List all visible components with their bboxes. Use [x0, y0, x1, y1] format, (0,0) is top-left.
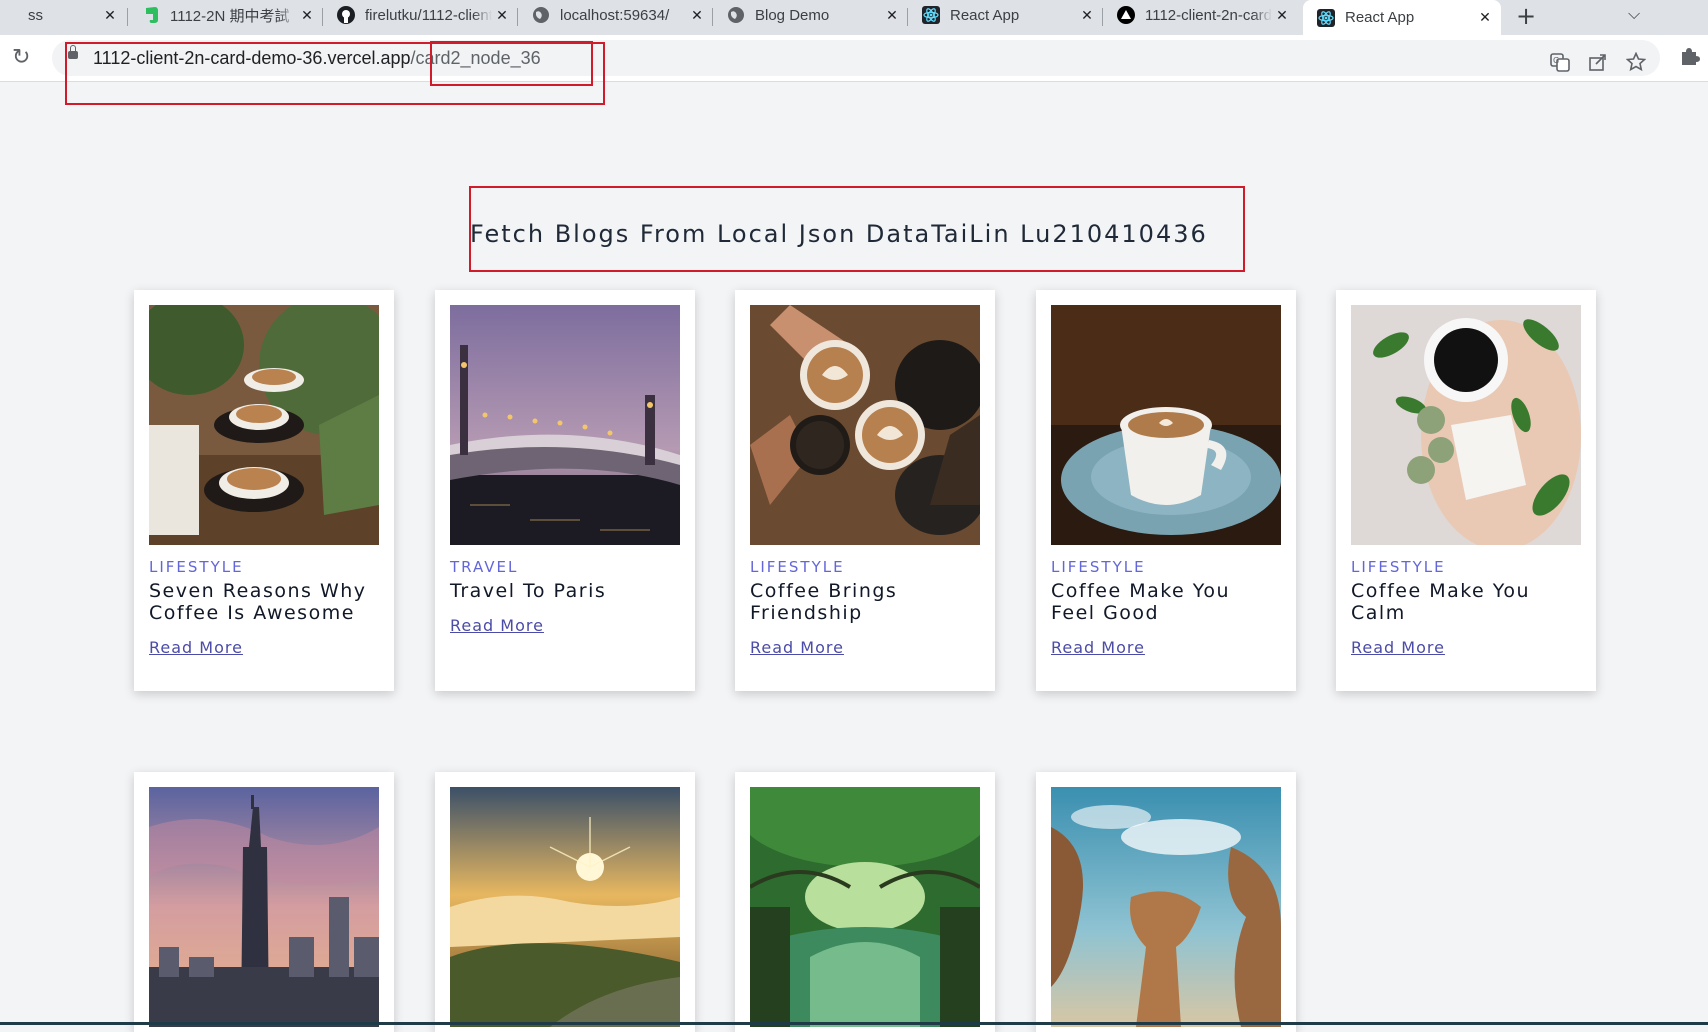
close-icon[interactable]: ✕: [1077, 7, 1097, 24]
card-image-sunrise: [450, 787, 680, 1027]
card-category: LIFESTYLE: [1351, 558, 1446, 576]
blog-card: [134, 772, 394, 1032]
read-more-link[interactable]: Read More: [1351, 638, 1445, 657]
tab-1[interactable]: 1112-2N 期中考試 ✕: [128, 0, 323, 30]
close-icon[interactable]: ✕: [1272, 7, 1292, 24]
card-image-paris: [450, 305, 680, 545]
close-icon[interactable]: ✕: [297, 7, 317, 24]
card-image-coffee-cheers: [750, 305, 980, 545]
close-icon[interactable]: ✕: [1475, 9, 1495, 26]
tab-strip: ss ✕ 1112-2N 期中考試 ✕ firelutku/1112-clien…: [0, 0, 1708, 35]
blog-card: LIFESTYLE Coffee Make You Feel Good Read…: [1036, 290, 1296, 691]
card-image-mangrove: [750, 787, 980, 1027]
read-more-link[interactable]: Read More: [750, 638, 844, 657]
vercel-icon: [1117, 6, 1135, 24]
annotation-box-path: [430, 41, 593, 86]
close-icon[interactable]: ✕: [687, 7, 707, 24]
read-more-link[interactable]: Read More: [450, 616, 544, 635]
tab-0[interactable]: ss ✕: [0, 0, 126, 30]
read-more-link[interactable]: Read More: [149, 638, 243, 657]
blog-card: LIFESTYLE Coffee Make You Calm Read More: [1336, 290, 1596, 691]
globe-icon: [727, 6, 745, 24]
react-icon: [1317, 8, 1335, 27]
card-title: Travel To Paris: [450, 580, 607, 602]
tab-3[interactable]: localhost:59634/ ✕: [518, 0, 713, 30]
tab-5[interactable]: React App ✕: [908, 0, 1103, 30]
tab-6[interactable]: 1112-client-2n-card ✕: [1103, 0, 1298, 30]
close-icon[interactable]: ✕: [492, 7, 512, 24]
card-title: Seven Reasons Why Coffee Is Awesome: [149, 580, 367, 624]
github-icon: [337, 6, 355, 24]
page-title: Fetch Blogs From Local Json DataTaiLin L…: [470, 220, 1208, 248]
blog-card: LIFESTYLE Coffee Brings Friendship Read …: [735, 290, 995, 691]
card-title: Coffee Make You Calm: [1351, 580, 1531, 624]
blog-card: LIFESTYLE Seven Reasons Why Coffee Is Aw…: [134, 290, 394, 691]
tab-4[interactable]: Blog Demo ✕: [713, 0, 908, 30]
svg-text:G: G: [1553, 56, 1559, 65]
evernote-icon: [142, 6, 160, 24]
card-image-coffee: [149, 305, 379, 545]
card-image-taipei-101: [149, 787, 379, 1027]
blog-card: [435, 772, 695, 1032]
chevron-down-icon[interactable]: ⌵: [1628, 4, 1640, 24]
react-icon: [922, 6, 940, 24]
blog-card: TRAVEL Travel To Paris Read More: [435, 290, 695, 691]
close-icon[interactable]: ✕: [882, 7, 902, 24]
card-category: LIFESTYLE: [750, 558, 845, 576]
card-image-yehliu: [1051, 787, 1281, 1027]
card-image-coffee-saucer: [1051, 305, 1281, 545]
globe-icon: [532, 6, 550, 24]
close-icon[interactable]: ✕: [100, 7, 120, 24]
card-title: Coffee Brings Friendship: [750, 580, 898, 624]
extensions-icon[interactable]: [1678, 44, 1700, 71]
blog-card: [1036, 772, 1296, 1032]
read-more-link[interactable]: Read More: [1051, 638, 1145, 657]
reload-icon[interactable]: ↻: [12, 45, 30, 70]
blog-card: [735, 772, 995, 1032]
bookmark-star-icon[interactable]: [1625, 51, 1647, 77]
card-image-coffee-flatlay: [1351, 305, 1581, 545]
translate-icon[interactable]: G: [1550, 52, 1570, 77]
page-icon: [0, 6, 18, 24]
tab-2[interactable]: firelutku/1112-client ✕: [323, 0, 518, 30]
share-icon[interactable]: [1588, 52, 1608, 77]
card-title: Coffee Make You Feel Good: [1051, 580, 1231, 624]
card-category: LIFESTYLE: [149, 558, 244, 576]
card-category: TRAVEL: [450, 558, 519, 576]
card-category: LIFESTYLE: [1051, 558, 1146, 576]
new-tab-icon[interactable]: +: [1516, 2, 1536, 30]
tab-7-active[interactable]: React App ✕: [1303, 0, 1501, 35]
